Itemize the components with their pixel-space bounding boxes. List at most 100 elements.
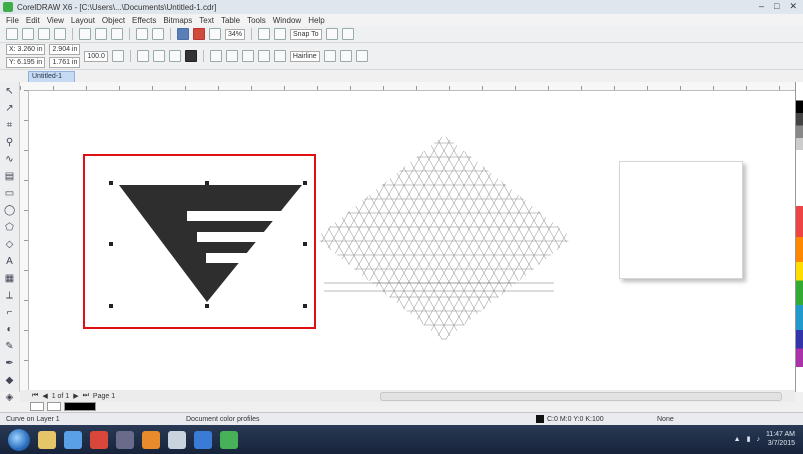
rulers-icon[interactable]: [274, 28, 287, 40]
first-page-button[interactable]: ⏮: [32, 392, 38, 400]
document-color-profile[interactable]: Document color profiles: [186, 416, 536, 423]
menu-effects[interactable]: Effects: [132, 16, 156, 25]
freehand-tool-icon[interactable]: ∿: [4, 154, 15, 165]
intersect-icon[interactable]: [273, 50, 286, 62]
office-icon[interactable]: [142, 430, 160, 449]
height-field[interactable]: 1.761 in: [49, 57, 81, 68]
combine-icon[interactable]: [184, 50, 197, 62]
options-icon[interactable]: [325, 28, 338, 40]
interactive-fill-tool-icon[interactable]: ◈: [4, 392, 15, 403]
connector-tool-icon[interactable]: ⌐: [4, 307, 15, 318]
fill-indicator-icon[interactable]: [536, 415, 544, 423]
horizontal-ruler[interactable]: [20, 82, 795, 91]
app-launcher-icon[interactable]: [341, 28, 354, 40]
smart-fill-tool-icon[interactable]: ▤: [4, 171, 15, 182]
paste-icon[interactable]: [111, 28, 123, 40]
maximize-button[interactable]: □: [774, 1, 779, 12]
snap-to-dropdown[interactable]: Snap To: [290, 28, 322, 40]
menu-table[interactable]: Table: [221, 16, 240, 25]
redo-icon[interactable]: [152, 28, 164, 40]
app-icon[interactable]: [64, 430, 82, 449]
print-icon[interactable]: [54, 28, 66, 40]
to-back-icon[interactable]: [339, 50, 352, 62]
x-position-field[interactable]: X: 3.260 in: [6, 44, 46, 55]
rotate-icon[interactable]: [136, 50, 149, 62]
menu-tools[interactable]: Tools: [247, 16, 266, 25]
horizontal-scrollbar[interactable]: [380, 392, 782, 401]
export-icon[interactable]: [193, 28, 205, 40]
browser-icon[interactable]: [90, 430, 108, 449]
volume-icon[interactable]: ♪: [756, 436, 760, 443]
text-tool-icon[interactable]: A: [4, 256, 15, 267]
to-front-icon[interactable]: [323, 50, 336, 62]
undo-icon[interactable]: [136, 28, 148, 40]
trim-icon[interactable]: [257, 50, 270, 62]
scale-field[interactable]: 100.0: [84, 50, 108, 62]
page-rectangle[interactable]: [619, 161, 743, 279]
weld-icon[interactable]: [241, 50, 254, 62]
swatch-white[interactable]: [47, 402, 61, 411]
lock-ratio-icon[interactable]: [111, 50, 124, 62]
menu-object[interactable]: Object: [102, 16, 125, 25]
page-tab[interactable]: Page 1: [93, 393, 115, 400]
vertical-ruler[interactable]: [20, 90, 29, 390]
cut-icon[interactable]: [79, 28, 91, 40]
menu-text[interactable]: Text: [199, 16, 214, 25]
full-screen-icon[interactable]: [258, 28, 271, 40]
coreldraw-taskbar-icon[interactable]: [220, 430, 238, 449]
save-icon[interactable]: [38, 28, 50, 40]
publish-pdf-icon[interactable]: [209, 28, 221, 40]
swatch-none[interactable]: [30, 402, 44, 411]
basic-shapes-tool-icon[interactable]: ◇: [4, 239, 15, 250]
tray-arrow-icon[interactable]: ▲: [734, 436, 741, 443]
interactive-tool-icon[interactable]: ◐: [4, 324, 15, 335]
new-icon[interactable]: [6, 28, 18, 40]
menu-layout[interactable]: Layout: [71, 16, 95, 25]
import-icon[interactable]: [177, 28, 189, 40]
dimension-tool-icon[interactable]: ⟂: [4, 290, 15, 301]
last-page-button[interactable]: ⏭: [83, 392, 89, 400]
copy-icon[interactable]: [95, 28, 107, 40]
document-tab[interactable]: Untitled-1: [28, 71, 75, 82]
menu-file[interactable]: File: [6, 16, 19, 25]
ellipse-tool-icon[interactable]: ◯: [4, 205, 15, 216]
rectangle-tool-icon[interactable]: ▭: [4, 188, 15, 199]
minimize-button[interactable]: –: [759, 1, 764, 12]
fill-tool-icon[interactable]: ◆: [4, 375, 15, 386]
y-position-field[interactable]: Y: 6.195 in: [6, 57, 46, 68]
menu-bitmaps[interactable]: Bitmaps: [163, 16, 192, 25]
polygon-tool-icon[interactable]: ⬠: [4, 222, 15, 233]
open-icon[interactable]: [22, 28, 34, 40]
outline-width-select[interactable]: Hairline: [289, 50, 320, 62]
media-icon[interactable]: [194, 430, 212, 449]
menu-edit[interactable]: Edit: [26, 16, 40, 25]
swatch-black[interactable]: [64, 402, 96, 411]
next-page-button[interactable]: ▶: [73, 392, 78, 400]
close-button[interactable]: ✕: [789, 1, 797, 12]
outline-pen-tool-icon[interactable]: ✒: [4, 358, 15, 369]
convert-to-curves-icon[interactable]: [355, 50, 368, 62]
table-tool-icon[interactable]: ▦: [4, 273, 15, 284]
shape-tool-icon[interactable]: ↗: [4, 103, 15, 114]
file-explorer-icon[interactable]: [38, 430, 56, 449]
network-icon[interactable]: ▮: [747, 435, 751, 443]
width-field[interactable]: 2.904 in: [49, 44, 81, 55]
clock[interactable]: 11:47 AM 3/7/2015: [766, 430, 795, 448]
prev-page-button[interactable]: ◀: [42, 392, 47, 400]
menu-help[interactable]: Help: [308, 16, 324, 25]
eyedropper-tool-icon[interactable]: ✎: [4, 341, 15, 352]
mirror-vertical-icon[interactable]: [168, 50, 181, 62]
mirror-horizontal-icon[interactable]: [152, 50, 165, 62]
start-button[interactable]: [8, 428, 30, 451]
color-palette[interactable]: [795, 82, 803, 392]
ungroup-icon[interactable]: [225, 50, 238, 62]
zoom-tool-icon[interactable]: ⚲: [4, 137, 15, 148]
crop-tool-icon[interactable]: ⌗: [4, 120, 15, 131]
mail-icon[interactable]: [116, 430, 134, 449]
menu-view[interactable]: View: [47, 16, 64, 25]
menu-window[interactable]: Window: [273, 16, 301, 25]
image-viewer-icon[interactable]: [168, 430, 186, 449]
zoom-level-select[interactable]: 34%: [225, 28, 246, 40]
pick-tool-icon[interactable]: ↖: [4, 86, 15, 97]
wireframe-lattice-shape[interactable]: [314, 133, 574, 343]
